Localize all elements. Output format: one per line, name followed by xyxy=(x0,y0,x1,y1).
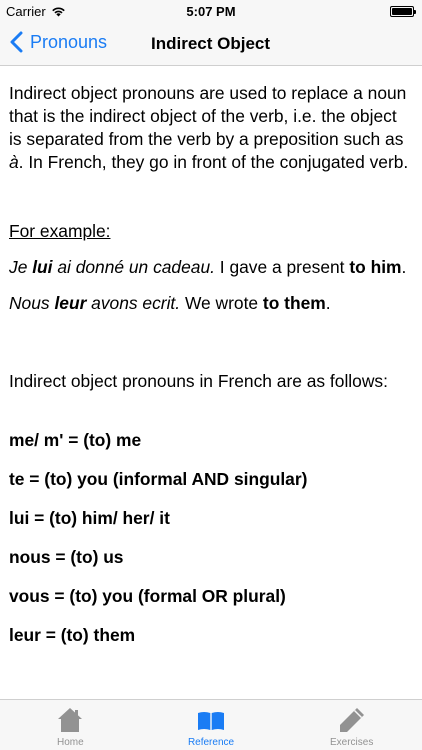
battery-icon xyxy=(390,6,416,17)
house-icon xyxy=(58,708,83,732)
example-1-french: Je lui ai donné un cadeau. xyxy=(9,257,215,277)
page-title: Indirect Object xyxy=(151,34,271,53)
example-sentence-1: Je lui ai donné un cadeau. I gave a pres… xyxy=(9,256,413,279)
example-1-english-pronoun: to him xyxy=(349,257,402,277)
pencil-icon xyxy=(339,708,364,732)
example-1-french-a: Je xyxy=(9,257,33,277)
navigation-bar: Pronouns Indirect Object xyxy=(0,22,422,66)
tab-bar: Home Reference Exercises xyxy=(0,699,422,750)
example-2-french-b: avons ecrit. xyxy=(86,293,181,313)
list-intro: Indirect object pronouns in French are a… xyxy=(9,371,388,391)
back-button[interactable]: Pronouns xyxy=(10,31,107,53)
intro-preposition: à xyxy=(9,152,19,172)
article-content[interactable]: Indirect object pronouns are used to rep… xyxy=(0,66,422,699)
back-button-label: Pronouns xyxy=(30,31,108,52)
status-time: 5:07 PM xyxy=(186,4,236,19)
example-2-english-b: . xyxy=(325,293,331,313)
intro-text: Indirect object pronouns are used to rep… xyxy=(9,83,407,149)
screen: Carrier 5:07 PM Pronouns Indirect Object… xyxy=(0,0,422,750)
intro-paragraph: Indirect object pronouns are used to rep… xyxy=(9,82,413,174)
pronoun-item: me/ m' = (to) me xyxy=(9,430,142,450)
book-icon xyxy=(198,712,224,730)
example-heading: For example: xyxy=(9,221,111,241)
example-1-french-pronoun: lui xyxy=(32,257,53,277)
status-bar: Carrier 5:07 PM xyxy=(0,0,422,22)
pronoun-item: leur = (to) them xyxy=(9,625,136,645)
tab-exercises-label: Exercises xyxy=(330,737,374,748)
pronoun-item: lui = (to) him/ her/ it xyxy=(9,508,170,528)
chevron-left-icon xyxy=(10,31,23,53)
pronoun-item: te = (to) you (informal AND singular) xyxy=(9,469,308,489)
example-1-english-a: I gave a present xyxy=(214,257,350,277)
example-sentence-2: Nous leur avons ecrit. We wrote to them. xyxy=(9,292,413,315)
tab-reference[interactable]: Reference xyxy=(141,700,282,750)
pronoun-item: vous = (to) you (formal OR plural) xyxy=(9,586,286,606)
battery-fill xyxy=(392,8,412,15)
tab-home[interactable]: Home xyxy=(0,700,141,750)
example-1-french-b: ai donné un cadeau. xyxy=(52,257,215,277)
example-2-english-pronoun: to them xyxy=(262,293,326,313)
tab-exercises[interactable]: Exercises xyxy=(281,700,422,750)
tab-home-label: Home xyxy=(56,737,84,748)
example-2-french: Nous leur avons ecrit. xyxy=(9,293,180,313)
example-2-english-a: We wrote xyxy=(180,293,263,313)
pronoun-item: nous = (to) us xyxy=(9,547,124,567)
example-1-english-b: . xyxy=(401,257,407,277)
example-2-french-pronoun: leur xyxy=(54,293,87,313)
intro-text-end: . In French, they go in front of the con… xyxy=(18,152,409,172)
example-2-french-a: Nous xyxy=(9,293,55,313)
tab-reference-label: Reference xyxy=(187,737,235,748)
